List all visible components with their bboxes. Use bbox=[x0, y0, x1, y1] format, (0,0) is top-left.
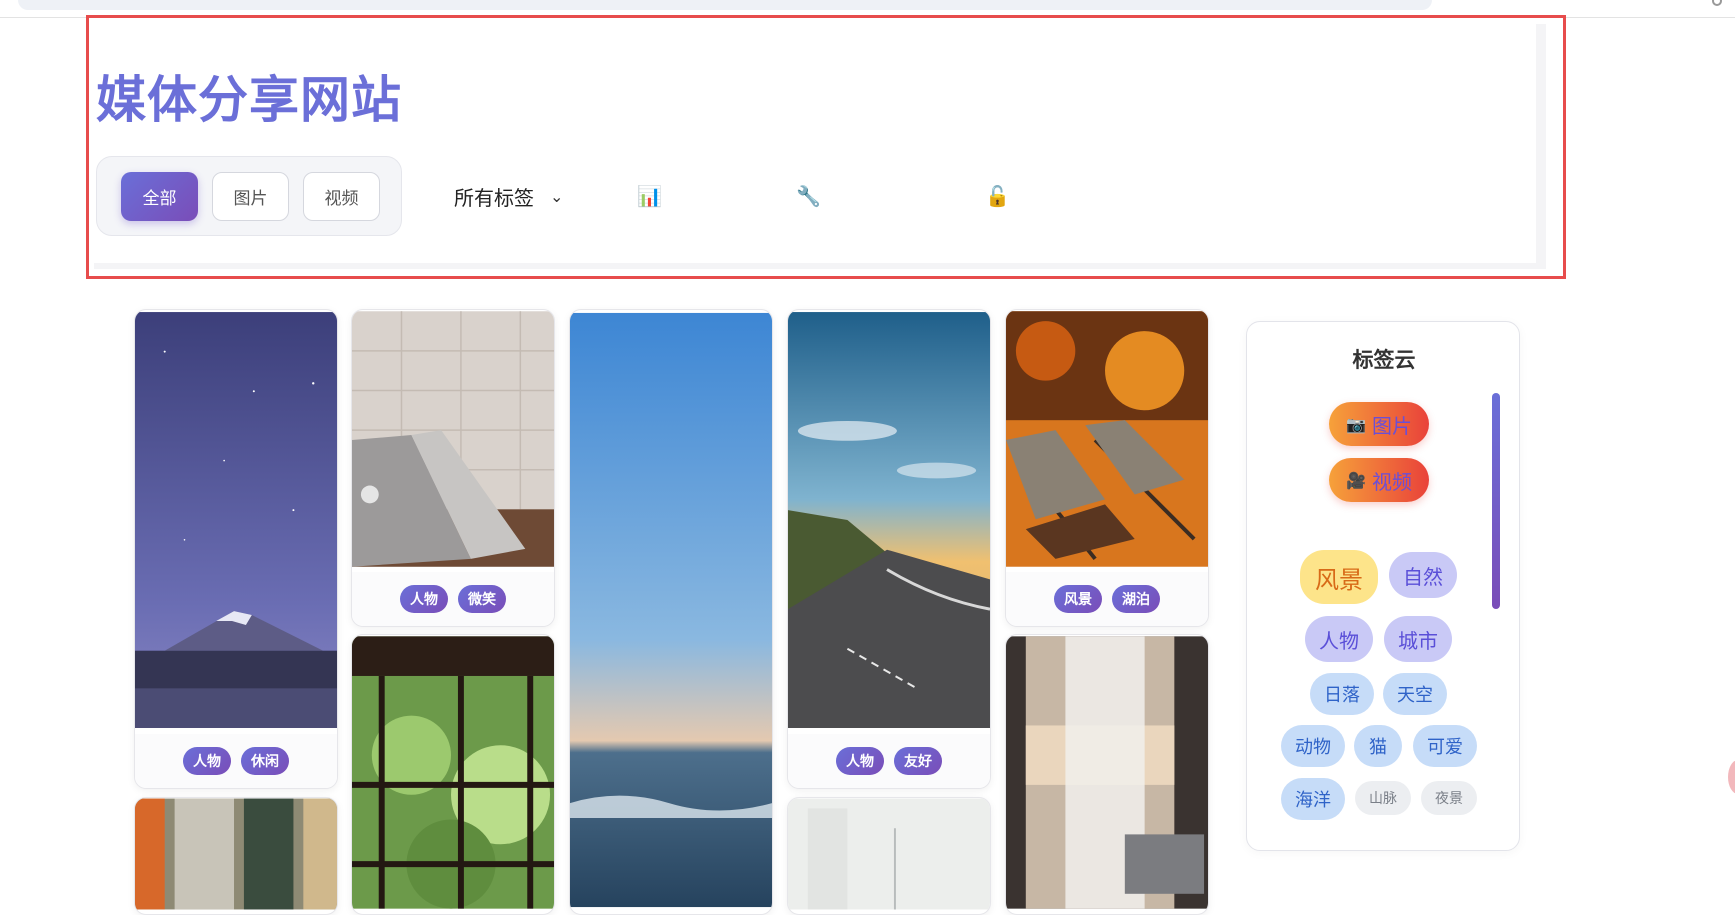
browser-menu-icon[interactable] bbox=[1712, 0, 1722, 6]
media-card[interactable] bbox=[134, 797, 338, 915]
tag-pill[interactable]: 微笑 bbox=[458, 585, 506, 613]
tag-pill[interactable]: 人物 bbox=[400, 585, 448, 613]
tag-pill[interactable]: 风景 bbox=[1054, 585, 1102, 613]
wrench-icon[interactable]: 🔧 bbox=[796, 184, 821, 208]
ocean-sky-photo bbox=[570, 312, 772, 908]
cloud-tag-video[interactable]: 🎥 视频 bbox=[1329, 458, 1429, 502]
laptop-desk-photo bbox=[352, 311, 554, 567]
cloud-tag[interactable]: 城市 bbox=[1384, 616, 1452, 662]
card-tags: 人物 微笑 bbox=[352, 572, 554, 626]
tag-pill[interactable]: 人物 bbox=[836, 747, 884, 775]
media-card[interactable]: 人物 休闲 bbox=[134, 309, 338, 789]
video-camera-icon: 🎥 bbox=[1346, 470, 1366, 490]
tag-pill[interactable]: 人物 bbox=[183, 747, 231, 775]
cloud-tag[interactable]: 风景 bbox=[1300, 550, 1378, 604]
card-tags: 人物 友好 bbox=[788, 734, 990, 788]
tag-pill[interactable]: 友好 bbox=[894, 747, 942, 775]
cloud-tag[interactable]: 猫 bbox=[1354, 725, 1402, 767]
media-card[interactable] bbox=[787, 797, 991, 915]
camera-icon: 📷 bbox=[1346, 414, 1366, 434]
bar-chart-icon[interactable]: 📊 bbox=[637, 184, 662, 208]
tag-select-value: 所有标签 bbox=[454, 186, 534, 210]
address-bar[interactable] bbox=[18, 0, 1432, 10]
tag-pill[interactable]: 休闲 bbox=[241, 747, 289, 775]
cloud-tag[interactable]: 日落 bbox=[1310, 673, 1374, 715]
tag-pill[interactable]: 湖泊 bbox=[1112, 585, 1160, 613]
tag-cloud-title: 标签云 bbox=[1352, 348, 1416, 372]
coastal-road-photo bbox=[788, 312, 990, 728]
type-filter-group: 全部 图片 视频 bbox=[96, 156, 402, 236]
night-mountain-photo bbox=[135, 312, 337, 728]
chevron-down-icon: ⌄ bbox=[550, 187, 564, 206]
media-card[interactable] bbox=[1005, 634, 1209, 915]
tag-cloud-panel: 标签云 📷 图片 🎥 视频 风景 自然 人物 城市 日落 天空 动物 猫 可爱 … bbox=[1246, 321, 1520, 851]
filter-image-button[interactable]: 图片 bbox=[212, 171, 289, 221]
floating-action-bubble[interactable] bbox=[1728, 760, 1735, 794]
media-card[interactable] bbox=[569, 309, 773, 915]
tag-cloud-scrollbar[interactable] bbox=[1492, 393, 1500, 609]
card-tags: 人物 休闲 bbox=[135, 734, 337, 788]
lock-icon[interactable]: 🔓 bbox=[985, 184, 1010, 208]
site-title: 媒体分享网站 bbox=[96, 71, 402, 129]
cloud-tag[interactable]: 山脉 bbox=[1355, 781, 1411, 815]
cloud-tag-label: 图片 bbox=[1371, 413, 1412, 438]
cloud-tag[interactable]: 天空 bbox=[1383, 673, 1447, 715]
autumn-bench-photo bbox=[1006, 311, 1208, 567]
cloud-tag-image[interactable]: 📷 图片 bbox=[1329, 402, 1429, 446]
cloud-tag-label: 视频 bbox=[1371, 469, 1412, 494]
filter-all-button[interactable]: 全部 bbox=[121, 171, 198, 221]
cloud-tag[interactable]: 可爱 bbox=[1413, 725, 1477, 767]
media-card[interactable]: 风景 湖泊 bbox=[1005, 309, 1209, 627]
tag-select[interactable]: 所有标签 ⌄ bbox=[454, 182, 563, 211]
cloud-tag[interactable]: 夜景 bbox=[1421, 781, 1477, 815]
cloud-tag[interactable]: 自然 bbox=[1389, 552, 1457, 598]
city-building-photo bbox=[135, 798, 337, 910]
window-curtain-photo bbox=[1006, 636, 1208, 909]
cloud-tag[interactable]: 动物 bbox=[1281, 725, 1345, 767]
cloud-tag[interactable]: 人物 bbox=[1305, 616, 1373, 662]
media-card[interactable]: 人物 微笑 bbox=[351, 309, 555, 627]
filter-video-button[interactable]: 视频 bbox=[303, 171, 380, 221]
media-card[interactable] bbox=[351, 634, 555, 915]
cloud-tag[interactable]: 海洋 bbox=[1281, 778, 1345, 820]
card-tags: 风景 湖泊 bbox=[1006, 572, 1208, 626]
browser-toolbar bbox=[0, 0, 1735, 18]
media-card[interactable]: 人物 友好 bbox=[787, 309, 991, 789]
misty-tower-photo bbox=[788, 798, 990, 910]
window-greenery-photo bbox=[352, 636, 554, 909]
